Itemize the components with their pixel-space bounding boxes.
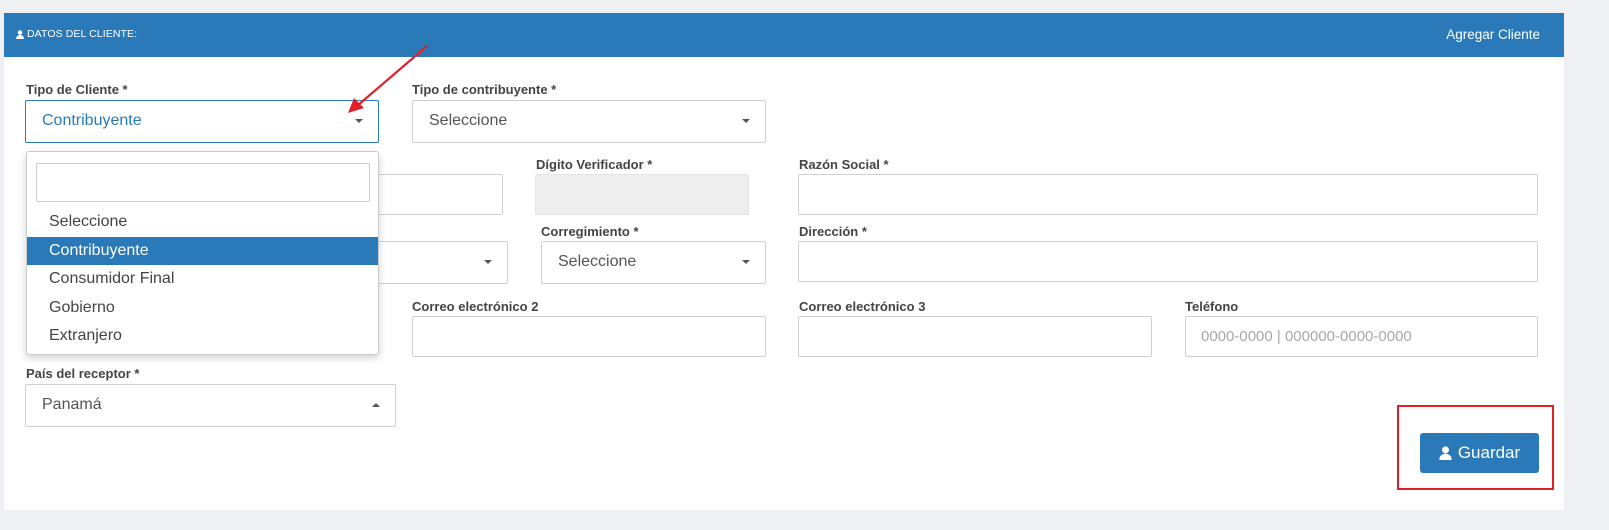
annotation-arrow [348,45,428,113]
corregimiento-label: Corregimiento * [541,224,639,239]
tipo-cliente-dropdown: Seleccione Contribuyente Consumidor Fina… [26,151,379,355]
ruc-input-partial[interactable] [360,174,503,215]
caret-down-icon [742,119,750,123]
correo3-label: Correo electrónico 3 [799,299,926,314]
pais-select[interactable]: Panamá [25,384,396,427]
pais-value: Panamá [42,396,102,413]
telefono-label: Teléfono [1185,299,1239,314]
digito-verificador-label: Dígito Verificador * [536,157,653,172]
telefono-placeholder: 0000-0000 | 000000-0000-0000 [1201,328,1412,345]
caret-up-icon [372,403,380,407]
razon-social-input[interactable] [798,174,1538,215]
tipo-cliente-value: Contribuyente [42,112,142,129]
tipo-contribuyente-value: Seleccione [429,112,508,129]
digito-verificador-input [535,174,749,215]
tipo-cliente-label: Tipo de Cliente * [26,82,128,97]
razon-social-label: Razón Social * [799,157,889,172]
option-extranjero[interactable]: Extranjero [27,322,378,351]
corregimiento-value: Seleccione [558,253,637,270]
direccion-input[interactable] [798,241,1538,282]
distrito-select-partial[interactable]: e [360,241,508,284]
dropdown-options: Seleccione Contribuyente Consumidor Fina… [27,208,378,351]
correo3-input[interactable] [798,316,1152,357]
tipo-cliente-select[interactable]: Contribuyente [25,100,379,143]
option-consumidor-final[interactable]: Consumidor Final [27,265,378,294]
add-client-link[interactable]: Agregar Cliente [1446,27,1540,42]
option-seleccione[interactable]: Seleccione [27,208,378,237]
correo2-input[interactable] [412,316,766,357]
correo2-label: Correo electrónico 2 [412,299,539,314]
pais-label: País del receptor * [26,366,140,381]
annotation-highlight-box [1397,405,1554,490]
panel-title: DATOS DEL CLIENTE: [16,28,137,40]
panel-title-text: DATOS DEL CLIENTE: [27,28,138,40]
caret-down-icon [484,260,492,264]
option-gobierno[interactable]: Gobierno [27,294,378,323]
caret-down-icon [742,260,750,264]
telefono-input[interactable]: 0000-0000 | 000000-0000-0000 [1185,316,1538,357]
tipo-contribuyente-select[interactable]: Seleccione [412,100,766,143]
corregimiento-select[interactable]: Seleccione [541,241,766,284]
caret-down-icon [355,119,363,123]
dropdown-search-input[interactable] [36,163,370,202]
direccion-label: Dirección * [799,224,867,239]
panel-header: DATOS DEL CLIENTE: Agregar Cliente [4,13,1564,57]
user-icon [16,29,24,39]
option-contribuyente[interactable]: Contribuyente [27,236,378,265]
